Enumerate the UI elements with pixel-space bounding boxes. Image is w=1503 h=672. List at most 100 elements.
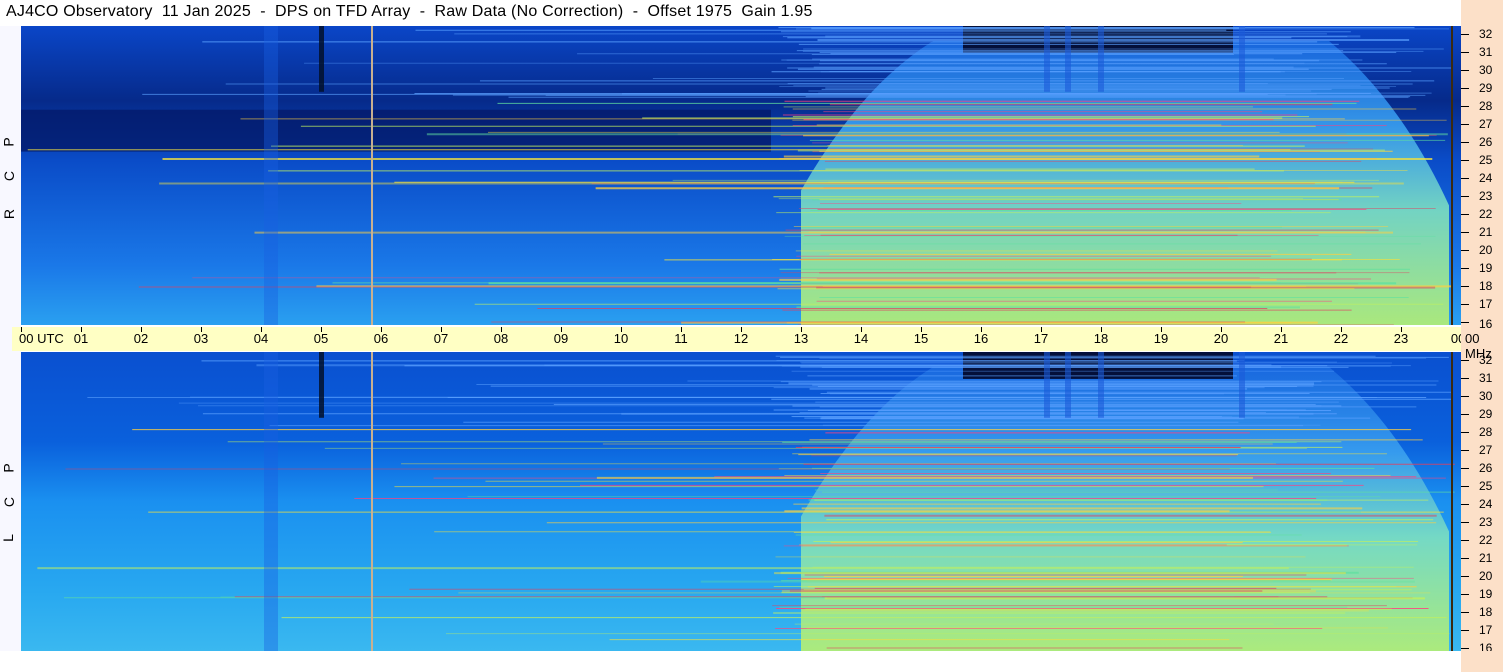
freq-axis-top-pad xyxy=(1461,0,1503,26)
freq-tick-label: 32 xyxy=(1479,27,1493,41)
utc-tick-label: 01 xyxy=(73,331,89,346)
rcp-letter-r: R xyxy=(1,208,18,220)
freq-tick-label: 19 xyxy=(1479,587,1493,601)
rcp-letter-p: P xyxy=(0,137,17,147)
vertical-gap-streak xyxy=(1098,26,1104,92)
freq-tick-label: 24 xyxy=(1479,171,1493,185)
rcp-heatmap-svg xyxy=(21,26,1461,325)
freq-tick-mark xyxy=(1461,432,1469,433)
lcp-letter-c: C xyxy=(1,496,18,508)
utc-tick-label: 13 xyxy=(793,331,809,346)
utc-tick-label: 06 xyxy=(373,331,389,346)
freq-tick-label: 16 xyxy=(1479,317,1493,331)
freq-tick-label: 23 xyxy=(1479,189,1493,203)
freq-tick-label: 26 xyxy=(1479,135,1493,149)
freq-tick-mark xyxy=(1461,160,1469,161)
utc-tick-mark xyxy=(381,327,382,332)
utc-tick-label: 16 xyxy=(973,331,989,346)
freq-tick-label: 20 xyxy=(1479,243,1493,257)
utc-tick-mark xyxy=(21,327,22,332)
freq-tick-label: 21 xyxy=(1479,225,1493,239)
freq-tick-mark xyxy=(1461,178,1469,179)
freq-tick-label: 28 xyxy=(1479,425,1493,439)
freq-tick-mark xyxy=(1461,322,1469,323)
rcp-frequency-axis: 17 18 19 20 21 22 23 24 25 26 27 28 29 30 31 32 xyxy=(1461,26,1503,325)
utc-tick-label: 21 xyxy=(1273,331,1289,346)
freq-tick-label: 23 xyxy=(1479,515,1493,529)
utc-tick-label: 22 xyxy=(1333,331,1349,346)
light-vertical-band xyxy=(264,352,278,651)
utc-tick-label: 09 xyxy=(553,331,569,346)
utc-tick-mark xyxy=(741,327,742,332)
freq-tick-label: 29 xyxy=(1479,407,1493,421)
lcp-letter-l: L xyxy=(0,534,16,542)
freq-tick-label: 30 xyxy=(1479,63,1493,77)
freq-tick-label: 26 xyxy=(1479,461,1493,475)
freq-tick-mark xyxy=(1461,396,1469,397)
freq-tick-mark xyxy=(1461,504,1469,505)
freq-tick-mark xyxy=(1461,250,1469,251)
freq-tick-mark xyxy=(1461,468,1469,469)
utc-tick-mark xyxy=(1401,327,1402,332)
freq-tick-mark xyxy=(1461,286,1469,287)
freq-tick-label: 29 xyxy=(1479,81,1493,95)
dark-vertical-streak xyxy=(319,352,324,418)
utc-tick-mark xyxy=(261,327,262,332)
utc-tick-label: 04 xyxy=(253,331,269,346)
vertical-gap-streak xyxy=(1044,26,1050,92)
utc-tick-label: 05 xyxy=(313,331,329,346)
utc-tick-mark xyxy=(1341,327,1342,332)
freq-tick-mark xyxy=(1461,522,1469,523)
freq-tick-mark xyxy=(1461,88,1469,89)
vertical-gap-streak xyxy=(1065,26,1071,92)
lcp-frequency-axis: 16 17 18 19 20 21 22 23 24 25 26 27 28 29 30 31 32 xyxy=(1461,352,1503,655)
utc-tick-mark xyxy=(321,327,322,332)
utc-tick-mark xyxy=(1041,327,1042,332)
freq-tick-mark xyxy=(1461,414,1469,415)
freq-tick-mark xyxy=(1461,34,1469,35)
utc-tick-mark xyxy=(561,327,562,332)
utc-tick-mark xyxy=(681,327,682,332)
utc-tick-label: 11 xyxy=(674,331,688,346)
freq-tick-mark xyxy=(1461,268,1469,269)
utc-tick-label: 10 xyxy=(613,331,629,346)
freq-tick-mark xyxy=(1461,52,1469,53)
freq-tick-label: 25 xyxy=(1479,153,1493,167)
freq-tick-label: 17 xyxy=(1479,297,1493,311)
rcp-spectrogram xyxy=(21,26,1461,325)
freq-axis-bottom-pad xyxy=(1461,651,1503,672)
freq-tick-label: 28 xyxy=(1479,99,1493,113)
utc-tick-label: 23 xyxy=(1393,331,1409,346)
freq-tick-label: 22 xyxy=(1479,207,1493,221)
utc-tick-label: 19 xyxy=(1153,331,1169,346)
freq-tick-mark xyxy=(1461,196,1469,197)
rcp-letter-c: C xyxy=(1,170,18,182)
utc-tick-label: 12 xyxy=(733,331,749,346)
utc-tick-label: 07 xyxy=(433,331,449,346)
utc-tick-mark xyxy=(1161,327,1162,332)
freq-tick-mark xyxy=(1461,612,1469,613)
utc-tick-label: 08 xyxy=(493,331,509,346)
lcp-letter-p: P xyxy=(0,463,17,473)
mhz-unit-label: 00 MHz xyxy=(1465,331,1492,361)
utc-tick-mark xyxy=(201,327,202,332)
utc-tick-mark xyxy=(981,327,982,332)
freq-tick-mark xyxy=(1461,486,1469,487)
freq-tick-label: 31 xyxy=(1479,45,1493,59)
utc-tick-mark xyxy=(921,327,922,332)
freq-tick-mark xyxy=(1461,576,1469,577)
chart-title: AJ4CO Observatory 11 Jan 2025 - DPS on T… xyxy=(6,3,813,20)
freq-tick-label: 27 xyxy=(1479,443,1493,457)
utc-tick-mark xyxy=(861,327,862,332)
utc-tick-mark xyxy=(621,327,622,332)
vertical-gap-streak xyxy=(1239,352,1245,418)
freq-tick-mark xyxy=(1461,648,1469,649)
utc-tick-mark xyxy=(1101,327,1102,332)
freq-tick-label: 22 xyxy=(1479,533,1493,547)
utc-tick-mark xyxy=(1221,327,1222,332)
freq-tick-mark xyxy=(1461,214,1469,215)
freq-tick-mark xyxy=(1461,450,1469,451)
utc-tick-mark xyxy=(141,327,142,332)
freq-tick-mark xyxy=(1461,124,1469,125)
freq-tick-mark xyxy=(1461,378,1469,379)
